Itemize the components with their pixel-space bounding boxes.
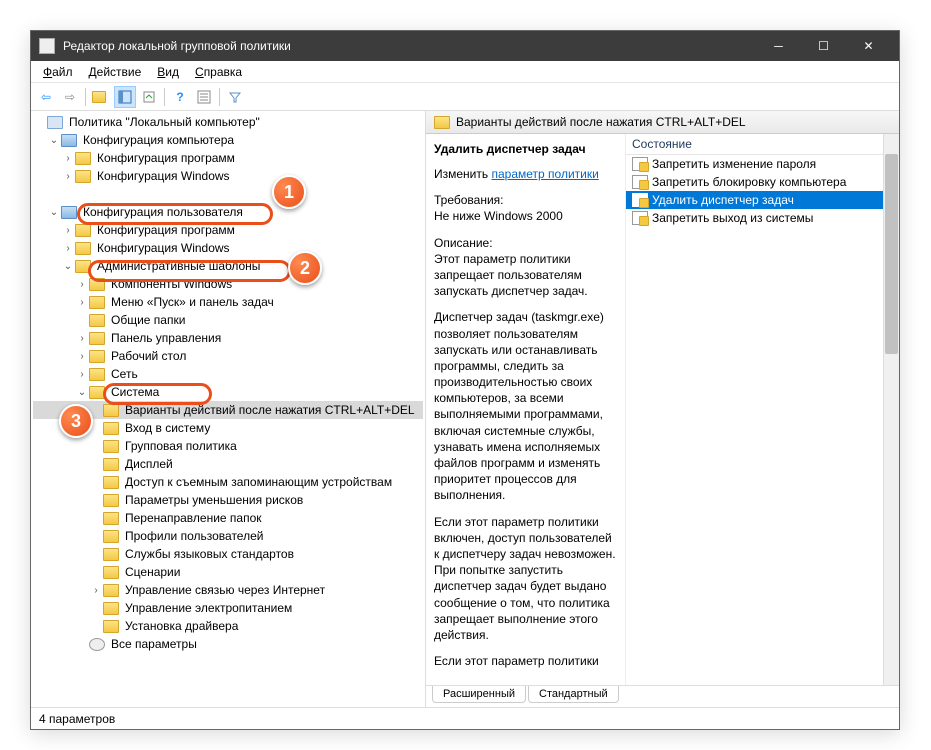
menu-action[interactable]: Действие	[81, 63, 150, 81]
tree-computer-config[interactable]: ⌄Конфигурация компьютера	[33, 131, 423, 149]
tree-system[interactable]: ⌄Система	[33, 383, 423, 401]
tree-item[interactable]: ›Конфигурация программ	[33, 149, 423, 167]
expand-icon[interactable]: ›	[75, 333, 89, 344]
expand-icon[interactable]: ›	[75, 369, 89, 380]
tree-root[interactable]: Политика "Локальный компьютер"	[33, 113, 423, 131]
menu-view[interactable]: Вид	[149, 63, 187, 81]
up-button[interactable]	[90, 86, 112, 108]
list-item[interactable]: Запретить изменение пароля	[626, 155, 899, 173]
tree-item[interactable]: Общие папки	[33, 311, 423, 329]
content-area: Политика "Локальный компьютер" ⌄Конфигур…	[31, 111, 899, 707]
settings-list[interactable]: Состояние Запретить изменение пароля Зап…	[626, 134, 899, 685]
toolbar: ⇦ ⇨ ?	[31, 83, 899, 111]
tree-item[interactable]: Групповая политика	[33, 437, 423, 455]
tree-admin-templates[interactable]: ⌄Административные шаблоны	[33, 257, 423, 275]
tree-item[interactable]: ›Конфигурация Windows	[33, 167, 423, 185]
tree-item[interactable]: Сценарии	[33, 563, 423, 581]
tree-user-config[interactable]: ⌄Конфигурация пользователя	[33, 203, 423, 221]
tree-all-settings[interactable]: Все параметры	[33, 635, 423, 653]
list-item-selected[interactable]: Удалить диспетчер задач	[626, 191, 899, 209]
expand-icon[interactable]: ⌄	[47, 135, 61, 146]
tree-item[interactable]: ›Рабочий стол	[33, 347, 423, 365]
tree-item[interactable]: ›Управление связью через Интернет	[33, 581, 423, 599]
policy-icon	[632, 211, 648, 225]
scrollbar-thumb[interactable]	[885, 154, 898, 354]
column-header[interactable]: Состояние	[626, 134, 899, 155]
close-button[interactable]: ✕	[846, 31, 891, 61]
vertical-scrollbar[interactable]	[883, 134, 899, 685]
expand-icon[interactable]: ›	[75, 351, 89, 362]
tree-item[interactable]: ›Конфигурация программ	[33, 221, 423, 239]
edit-policy-link[interactable]: параметр политики	[491, 167, 598, 181]
expand-icon[interactable]: ›	[89, 585, 103, 596]
expand-icon[interactable]: ›	[61, 153, 75, 164]
titlebar[interactable]: Редактор локальной групповой политики ─ …	[31, 31, 899, 61]
tree-item[interactable]: Дисплей	[33, 455, 423, 473]
tree-item[interactable]: ›Конфигурация Windows	[33, 239, 423, 257]
forward-button[interactable]: ⇨	[59, 86, 81, 108]
expand-icon[interactable]: ›	[61, 225, 75, 236]
tree-item[interactable]: Установка драйвера	[33, 617, 423, 635]
list-item[interactable]: Запретить блокировку компьютера	[626, 173, 899, 191]
show-tree-button[interactable]	[114, 86, 136, 108]
tab-standard[interactable]: Стандартный	[528, 686, 619, 703]
expand-icon[interactable]: ›	[75, 279, 89, 290]
app-icon	[39, 38, 55, 54]
app-window: Редактор локальной групповой политики ─ …	[30, 30, 900, 730]
expand-icon[interactable]: ›	[61, 171, 75, 182]
export-button[interactable]	[138, 86, 160, 108]
view-tabs: Расширенный Стандартный	[426, 685, 899, 707]
tab-extended[interactable]: Расширенный	[432, 686, 526, 703]
expand-icon[interactable]: ⌄	[75, 387, 89, 398]
back-button[interactable]: ⇦	[35, 86, 57, 108]
maximize-button[interactable]: ☐	[801, 31, 846, 61]
description-pane[interactable]: Удалить диспетчер задач Изменить парамет…	[426, 134, 626, 685]
expand-icon[interactable]: ⌄	[61, 261, 75, 272]
help-button[interactable]: ?	[169, 86, 191, 108]
tree-panel[interactable]: Политика "Локальный компьютер" ⌄Конфигур…	[31, 111, 426, 707]
details-header-text: Варианты действий после нажатия CTRL+ALT…	[456, 115, 746, 129]
annotation-badge-3: 3	[59, 404, 93, 438]
filter-button[interactable]	[224, 86, 246, 108]
menu-file[interactable]: Файл	[35, 63, 81, 81]
tree-item[interactable]: Службы языковых стандартов	[33, 545, 423, 563]
tree-item[interactable]: Доступ к съемным запоминающим устройства…	[33, 473, 423, 491]
tree-item[interactable]: Управление электропитанием	[33, 599, 423, 617]
annotation-badge-2: 2	[288, 251, 322, 285]
details-panel: Варианты действий после нажатия CTRL+ALT…	[426, 111, 899, 707]
expand-icon[interactable]: ›	[61, 243, 75, 254]
tree-item[interactable]: Перенаправление папок	[33, 509, 423, 527]
window-title: Редактор локальной групповой политики	[63, 39, 756, 53]
menubar: Файл Действие Вид Справка	[31, 61, 899, 83]
minimize-button[interactable]: ─	[756, 31, 801, 61]
tree-item[interactable]: ›Панель управления	[33, 329, 423, 347]
statusbar: 4 параметров	[31, 707, 899, 729]
tree-item[interactable]: ›Сеть	[33, 365, 423, 383]
menu-help[interactable]: Справка	[187, 63, 250, 81]
tree-item[interactable]: ›Компоненты Windows	[33, 275, 423, 293]
properties-button[interactable]	[193, 86, 215, 108]
tree-item[interactable]: ›Меню «Пуск» и панель задач	[33, 293, 423, 311]
expand-icon[interactable]: ›	[75, 297, 89, 308]
status-text: 4 параметров	[39, 712, 115, 726]
tree-item[interactable]: Параметры уменьшения рисков	[33, 491, 423, 509]
list-item[interactable]: Запретить выход из системы	[626, 209, 899, 227]
policy-icon	[632, 175, 648, 189]
annotation-badge-1: 1	[272, 175, 306, 209]
policy-icon	[632, 193, 648, 207]
tree-item[interactable]: Профили пользователей	[33, 527, 423, 545]
details-header: Варианты действий после нажатия CTRL+ALT…	[426, 111, 899, 134]
policy-title: Удалить диспетчер задач	[434, 142, 617, 156]
expand-icon[interactable]: ⌄	[47, 207, 61, 218]
policy-icon	[632, 157, 648, 171]
